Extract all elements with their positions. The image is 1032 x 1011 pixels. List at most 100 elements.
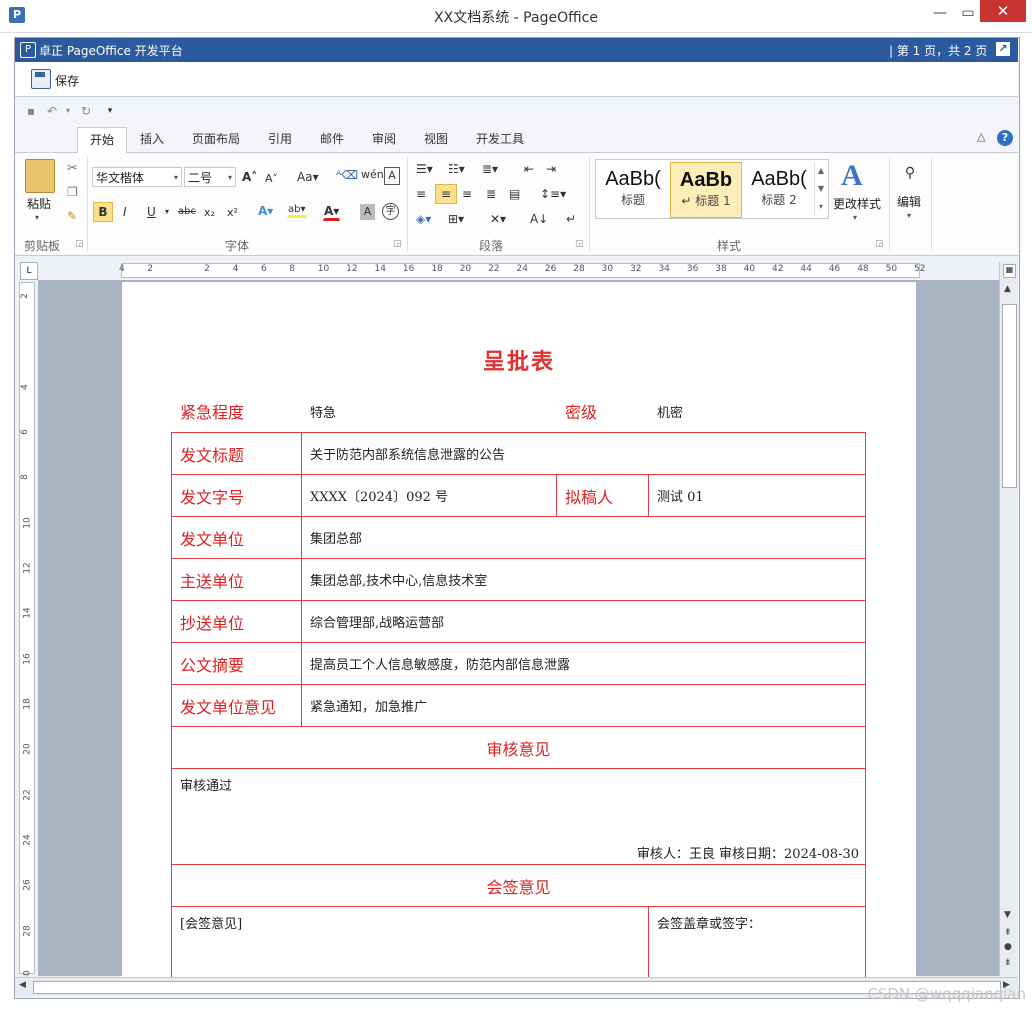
horizontal-ruler[interactable]: 4 2 2 4 6 8 10 12 14 16 18 20 22 24 26 28 30 32 34 36 38 40 42… bbox=[119, 263, 925, 278]
unit-value[interactable]: 集团总部 bbox=[301, 516, 866, 559]
numbering-icon[interactable]: ☷▾ bbox=[447, 161, 466, 177]
bold-icon[interactable]: B bbox=[93, 202, 113, 222]
tab-layout[interactable]: 页面布局 bbox=[192, 130, 240, 147]
enclose-characters-icon[interactable]: 字 bbox=[382, 203, 399, 220]
paragraph-launcher-icon[interactable]: ◲ bbox=[575, 239, 584, 249]
save-small-icon[interactable]: ▪ bbox=[24, 104, 38, 118]
shading-icon[interactable]: ◈▾ bbox=[415, 211, 432, 227]
style-heading-1[interactable]: AaBb ↵ 标题 1 bbox=[670, 162, 742, 218]
styles-launcher-icon[interactable]: ◲ bbox=[875, 239, 884, 249]
collapse-ribbon-icon[interactable]: △ bbox=[977, 130, 985, 143]
font-name-combo[interactable]: 华文楷体 ▾ bbox=[92, 167, 182, 187]
highlight-icon[interactable]: ab▾ bbox=[287, 203, 307, 218]
save-icon[interactable] bbox=[31, 69, 51, 89]
bullets-icon[interactable]: ☰▾ bbox=[415, 161, 434, 177]
format-painter-icon[interactable]: ✎ bbox=[67, 209, 77, 223]
change-styles-button[interactable]: 更改样式 bbox=[833, 195, 881, 212]
editing-button[interactable]: 编辑 bbox=[897, 193, 921, 210]
editing-dropdown-icon[interactable]: ▾ bbox=[907, 211, 911, 220]
review-cell[interactable]: 审核通过 审核人：王良 审核日期：2024-08-30 bbox=[171, 768, 866, 865]
increase-indent-icon[interactable]: ⇥ bbox=[545, 161, 557, 177]
grow-font-icon[interactable]: A˄ bbox=[241, 169, 258, 185]
clipboard-launcher-icon[interactable]: ◲ bbox=[75, 239, 84, 249]
character-shading-icon[interactable]: A bbox=[360, 204, 375, 220]
gallery-scroll-icon[interactable]: ▲ ▼ ▾ bbox=[814, 162, 827, 216]
ruler-toggle-icon[interactable]: ▦ bbox=[1003, 264, 1016, 278]
tab-mailings[interactable]: 邮件 bbox=[320, 130, 344, 147]
vertical-scroll-thumb[interactable] bbox=[1002, 304, 1017, 488]
align-center-icon[interactable]: ≡ bbox=[435, 184, 457, 204]
previous-page-icon[interactable]: ⇞ bbox=[1004, 928, 1012, 938]
horizontal-scroll-thumb[interactable] bbox=[33, 981, 1001, 994]
underline-icon[interactable]: U bbox=[146, 204, 157, 220]
tab-view[interactable]: 视图 bbox=[424, 130, 448, 147]
subscript-icon[interactable]: x₂ bbox=[203, 205, 216, 220]
undo-dropdown-icon[interactable]: ▾ bbox=[61, 104, 75, 118]
main-recipient-value[interactable]: 集团总部,技术中心,信息技术室 bbox=[301, 558, 866, 601]
multilevel-list-icon[interactable]: ≣▾ bbox=[481, 161, 499, 177]
borders-icon[interactable]: ⊞▾ bbox=[447, 211, 465, 227]
font-size-combo[interactable]: 二号 ▾ bbox=[184, 167, 236, 187]
show-marks-icon[interactable]: ↵ bbox=[565, 211, 577, 227]
tab-references[interactable]: 引用 bbox=[268, 130, 292, 147]
next-page-icon[interactable]: ⇟ bbox=[1004, 958, 1012, 968]
chinese-layout-icon[interactable]: ✕▾ bbox=[489, 211, 507, 227]
minimize-icon[interactable]: — bbox=[925, 2, 955, 24]
tab-home[interactable]: 开始 bbox=[77, 127, 127, 154]
align-left-icon[interactable]: ≡ bbox=[415, 186, 427, 202]
line-spacing-icon[interactable]: ↕≡▾ bbox=[539, 186, 567, 202]
distribute-icon[interactable]: ▤ bbox=[508, 186, 521, 202]
align-right-icon[interactable]: ≡ bbox=[461, 186, 473, 202]
vertical-ruler[interactable]: 2 4 6 8 10 12 14 16 18 20 22 24 26 28 30 bbox=[19, 282, 35, 982]
style-heading-2[interactable]: AaBb( 标题 2 bbox=[744, 162, 814, 216]
browse-object-icon[interactable]: ● bbox=[1004, 942, 1012, 952]
customize-qat-icon[interactable]: ▾ bbox=[103, 104, 117, 118]
sort-icon[interactable]: A↓ bbox=[529, 211, 549, 227]
italic-icon[interactable]: I bbox=[122, 204, 128, 220]
style-title[interactable]: AaBb( 标题 bbox=[598, 162, 668, 216]
change-case-icon[interactable]: Aa▾ bbox=[296, 169, 320, 185]
opinion-value[interactable]: 紧急通知，加急推广 bbox=[301, 684, 866, 727]
countersign-stamp[interactable]: 会签盖章或签字： bbox=[648, 906, 866, 984]
countersign-text[interactable]: [会签意见] bbox=[171, 906, 649, 984]
paste-icon[interactable] bbox=[25, 159, 55, 193]
paste-button[interactable]: 粘贴 bbox=[27, 195, 51, 212]
undo-icon[interactable]: ↶ bbox=[45, 104, 59, 118]
summary-value[interactable]: 提高员工个人信息敏感度，防范内部信息泄露 bbox=[301, 642, 866, 685]
decrease-indent-icon[interactable]: ⇤ bbox=[523, 161, 535, 177]
save-button[interactable]: 保存 bbox=[55, 72, 79, 89]
font-launcher-icon[interactable]: ◲ bbox=[393, 239, 402, 249]
drafter-value[interactable]: 测试 01 bbox=[648, 474, 866, 517]
font-color-icon[interactable]: A▾ bbox=[323, 203, 341, 221]
redo-icon[interactable]: ↻ bbox=[79, 104, 93, 118]
tab-selector-icon[interactable]: L bbox=[20, 262, 38, 280]
shrink-font-icon[interactable]: A˅ bbox=[264, 171, 279, 186]
help-icon[interactable]: ? bbox=[997, 130, 1013, 146]
docno-value[interactable]: XXXX〔2024〕092 号 bbox=[301, 474, 557, 517]
tab-insert[interactable]: 插入 bbox=[140, 130, 164, 147]
character-border-icon[interactable]: A bbox=[384, 167, 400, 185]
vertical-scrollbar[interactable]: ▦ ▲ ▼ ⇞ ● ⇟ bbox=[999, 262, 1018, 976]
change-styles-dropdown-icon[interactable]: ▾ bbox=[853, 213, 857, 222]
underline-dropdown-icon[interactable]: ▾ bbox=[164, 206, 170, 217]
subject-value[interactable]: 关于防范内部系统信息泄露的公告 bbox=[301, 432, 866, 475]
strikethrough-icon[interactable]: abc bbox=[177, 205, 197, 218]
text-effects-icon[interactable]: A▾ bbox=[257, 203, 274, 219]
clear-format-icon[interactable]: ᴬ⌫ bbox=[335, 167, 359, 183]
superscript-icon[interactable]: x² bbox=[226, 205, 239, 220]
fullscreen-icon[interactable]: ↗ bbox=[996, 42, 1010, 56]
copy-icon[interactable]: ❐ bbox=[67, 185, 78, 199]
tab-review[interactable]: 审阅 bbox=[372, 130, 396, 147]
paste-dropdown-icon[interactable]: ▾ bbox=[35, 213, 39, 222]
scroll-up-icon[interactable]: ▲ bbox=[1004, 284, 1011, 294]
scroll-down-icon[interactable]: ▼ bbox=[1004, 910, 1011, 920]
cut-icon[interactable]: ✂ bbox=[67, 161, 78, 176]
binoculars-icon[interactable]: ⚲ bbox=[898, 161, 922, 185]
document-page[interactable]: 呈批表 紧急程度 特急 密级 机密 发文标题 关于防范内部系统信息泄露的公告 发… bbox=[122, 282, 916, 984]
maximize-icon[interactable]: ▭ bbox=[953, 2, 983, 24]
justify-icon[interactable]: ≣ bbox=[485, 186, 497, 202]
change-styles-icon[interactable]: A bbox=[841, 159, 863, 193]
close-icon[interactable]: ✕ bbox=[980, 0, 1026, 22]
phonetic-guide-icon[interactable]: wén bbox=[360, 167, 385, 182]
scroll-left-icon[interactable]: ◀ bbox=[19, 980, 26, 990]
